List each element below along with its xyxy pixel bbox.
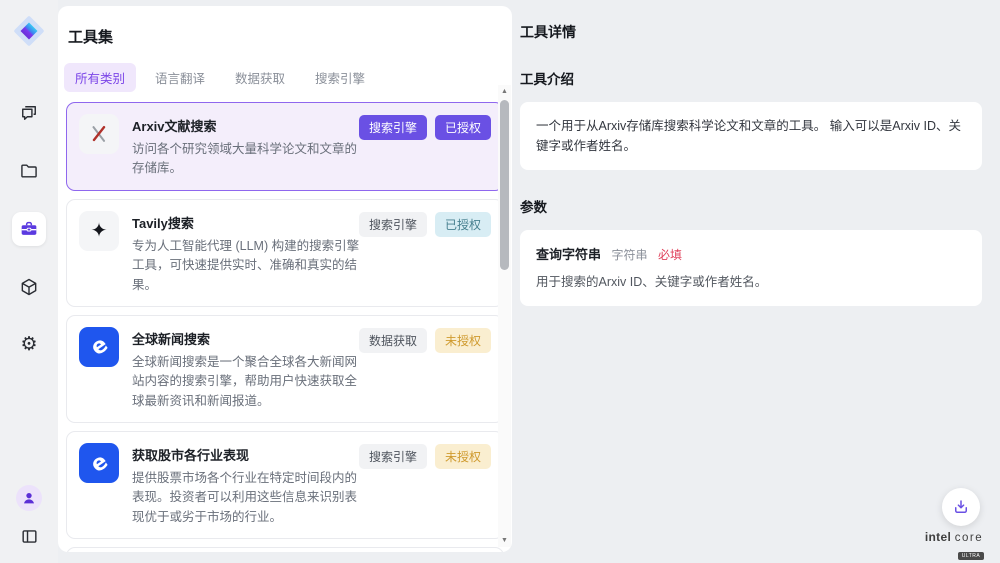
category-badge[interactable]: 数据获取 [359,328,427,353]
panel-toggle-icon [20,527,39,546]
tool-card-4[interactable]: e获取市场最活跃股票信息提供当天交易量最高的股票列表，投资者可以利用这些信息来识… [66,547,504,552]
tool-name: Tavily搜索 [132,213,361,232]
download-button[interactable] [942,488,980,526]
category-tabs: 所有类别语言翻译数据获取搜索引擎 [64,63,512,92]
gear-icon: ⚙ [20,335,37,355]
intro-heading: 工具介绍 [520,68,982,88]
news-e-icon: e [79,443,119,483]
tool-desc: 专为人工智能代理 (LLM) 构建的搜索引擎工具，可快速提供实时、准确和真实的结… [132,237,361,295]
category-badge[interactable]: 搜索引擎 [359,115,427,140]
list-scrollbar[interactable]: ▲ ▼ [498,85,511,547]
detail-title: 工具详情 [520,22,982,42]
tool-name: 全球新闻搜索 [132,329,361,348]
person-icon [21,490,37,506]
folder-icon [19,161,39,181]
scroll-down-arrow[interactable]: ▼ [498,534,511,547]
sidebar-item-folder[interactable] [12,154,46,188]
chat-icon [19,103,39,123]
download-icon [952,498,970,516]
tab-3[interactable]: 搜索引擎 [304,63,376,92]
star-icon: ✦ [79,211,119,251]
intro-box: 一个用于从Arxiv存储库搜索科学论文和文章的工具。 输入可以是Arxiv ID… [520,102,982,170]
param-desc: 用于搜索的Arxiv ID、关键字或作者姓名。 [536,273,966,292]
param-box: 查询字符串 字符串 必填 用于搜索的Arxiv ID、关键字或作者姓名。 [520,230,982,306]
tab-0[interactable]: 所有类别 [64,63,136,92]
param-name: 查询字符串 [536,247,601,262]
core-brand-text: core [955,532,983,544]
auth-badge[interactable]: 未授权 [435,328,491,353]
left-rail: ⚙ [0,0,58,563]
sidebar-item-cube[interactable] [12,270,46,304]
app-logo[interactable] [12,14,46,48]
param-required-flag: 必填 [658,248,682,262]
tab-1[interactable]: 语言翻译 [144,63,216,92]
scrollbar-thumb[interactable] [500,100,509,270]
ultra-badge: ULTRA [958,552,985,560]
auth-badge[interactable]: 已授权 [435,115,491,140]
sidebar-item-gear[interactable]: ⚙ [12,328,46,362]
intel-core-logo: intel core ULTRA [918,530,990,562]
tool-card-2[interactable]: e 全球新闻搜索全球新闻搜索是一个聚合全球各大新闻网站内容的搜索引擎，帮助用户快速… [66,315,504,423]
toolbox-icon [19,219,39,239]
tool-desc: 全球新闻搜索是一个聚合全球各大新闻网站内容的搜索引擎，帮助用户快速获取全球最新资… [132,353,361,411]
sidebar-item-toolbox[interactable] [12,212,46,246]
tool-card-3[interactable]: e 获取股市各行业表现提供股票市场各个行业在特定时间段内的表现。投资者可以利用这些… [66,431,504,539]
tool-name: 获取股市各行业表现 [132,445,361,464]
arxiv-icon [79,114,119,154]
tool-name: Arxiv文献搜索 [132,116,361,135]
scroll-up-arrow[interactable]: ▲ [498,85,511,98]
intel-brand-text: intel [925,530,951,544]
tool-desc: 提供股票市场各个行业在特定时间段内的表现。投资者可以利用这些信息来识别表现优于或… [132,469,361,527]
tab-2[interactable]: 数据获取 [224,63,296,92]
user-avatar[interactable] [16,485,42,511]
intro-text: 一个用于从Arxiv存储库搜索科学论文和文章的工具。 输入可以是Arxiv ID… [536,116,966,156]
auth-badge[interactable]: 未授权 [435,444,491,469]
tool-card-1[interactable]: ✦ Tavily搜索专为人工智能代理 (LLM) 构建的搜索引擎工具，可快速提供实… [66,199,504,307]
auth-badge[interactable]: 已授权 [435,212,491,237]
category-badge[interactable]: 搜索引擎 [359,444,427,469]
params-heading: 参数 [520,196,982,216]
page-title: 工具集 [68,26,512,47]
tool-desc: 访问各个研究领域大量科学论文和文章的存储库。 [132,140,361,179]
tool-card-0[interactable]: Arxiv文献搜索访问各个研究领域大量科学论文和文章的存储库。搜索引擎已授权 [66,102,504,191]
tool-detail-pane: 工具详情 工具介绍 一个用于从Arxiv存储库搜索科学论文和文章的工具。 输入可… [512,6,1000,552]
tool-list-panel: 工具集 所有类别语言翻译数据获取搜索引擎 Arxiv文献搜索访问各个研究领域大量… [58,6,512,552]
category-badge[interactable]: 搜索引擎 [359,212,427,237]
sidebar-item-chat[interactable] [12,96,46,130]
cube-icon [19,277,39,297]
news-e-icon: e [79,327,119,367]
tool-cards: Arxiv文献搜索访问各个研究领域大量科学论文和文章的存储库。搜索引擎已授权✦T… [66,102,504,552]
panel-toggle-button[interactable] [16,523,42,549]
param-type: 字符串 [611,248,647,262]
